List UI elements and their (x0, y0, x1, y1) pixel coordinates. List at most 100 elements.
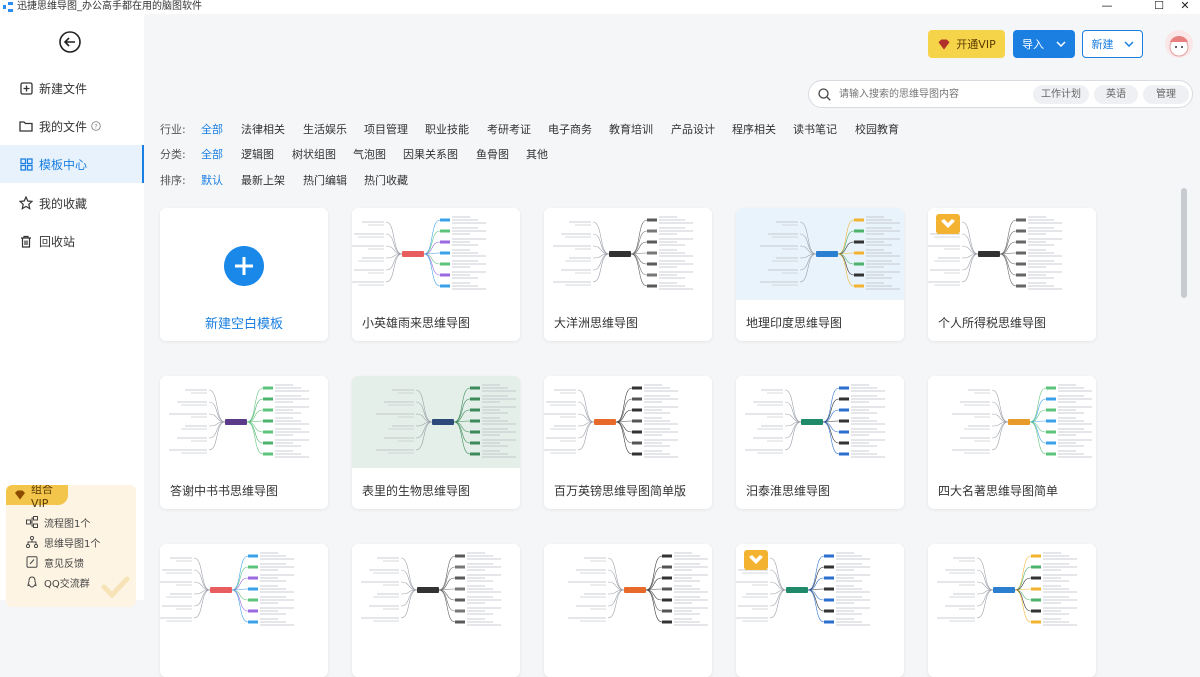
mindmap-thumbnail (568, 552, 708, 626)
mindmap-thumbnail (352, 216, 486, 290)
search-chip[interactable]: 英语 (1094, 85, 1138, 104)
filter-option[interactable]: 程序相关 (732, 121, 776, 137)
sidebar-item-label: 模板中心 (39, 157, 88, 172)
filter-option[interactable]: 产品设计 (671, 121, 715, 137)
search-bar: 工作计划 英语 管理 (808, 80, 1193, 108)
minimize-button[interactable]: — (1094, 0, 1120, 14)
star-icon (19, 196, 33, 210)
template-card[interactable] (160, 544, 328, 677)
sort-option[interactable]: 热门收藏 (364, 172, 408, 188)
filter-option[interactable]: 电子商务 (548, 121, 592, 137)
vip-item-qq-group[interactable]: QQ交流群 (26, 573, 90, 591)
vip-item-mindmap[interactable]: 思维导图1个 (26, 533, 100, 551)
open-vip-button[interactable]: 开通VIP (928, 30, 1005, 58)
plus-icon (224, 246, 264, 286)
import-button[interactable]: 导入 (1013, 30, 1075, 58)
template-title: 表里的生物思维导图 (362, 484, 471, 498)
mindmap-thumbnail (928, 214, 1062, 290)
filter-option[interactable]: 读书笔记 (793, 121, 837, 137)
filter-option[interactable]: 其他 (526, 146, 548, 162)
template-card[interactable] (928, 544, 1096, 677)
user-avatar-icon (1169, 36, 1189, 57)
filter-label: 分类: (160, 148, 186, 161)
app-logo-icon (3, 2, 13, 12)
mindmap-icon (26, 536, 38, 548)
avatar[interactable] (1165, 30, 1193, 58)
template-card[interactable]: 表里的生物思维导图 (352, 376, 520, 509)
vip-item-feedback[interactable]: 意见反馈 (26, 553, 84, 571)
filter-option[interactable]: 逻辑图 (241, 146, 274, 162)
help-icon[interactable]: ? (91, 121, 101, 131)
filter-option[interactable]: 校园教育 (855, 121, 899, 137)
mindmap-thumbnail (736, 208, 904, 300)
close-button[interactable]: ✕ (1172, 0, 1198, 14)
vip-panel: 组合VIP 流程图1个 思维导图1个 意见反馈 QQ交流群 (6, 485, 136, 607)
template-card[interactable]: 汨泰淮思维导图 (736, 376, 904, 509)
sort-option[interactable]: 默认 (201, 172, 223, 188)
template-card[interactable]: 四大名著思维导图简单 (928, 376, 1096, 509)
add-file-icon (19, 81, 33, 95)
filter-option[interactable]: 全部 (201, 146, 223, 162)
search-input[interactable] (839, 86, 1024, 102)
filter-option[interactable]: 教育培训 (609, 121, 653, 137)
filter-option[interactable]: 生活娱乐 (303, 121, 347, 137)
search-chip[interactable]: 管理 (1143, 85, 1189, 104)
template-grid-icon (19, 157, 33, 171)
sidebar-item-new-file[interactable]: 新建文件 (0, 69, 144, 107)
new-blank-template-card[interactable]: 新建空白模板 (160, 208, 328, 341)
sort-option[interactable]: 最新上架 (241, 172, 285, 188)
filter-option[interactable]: 职业技能 (425, 121, 469, 137)
filter-option[interactable]: 鱼骨图 (476, 146, 509, 162)
sidebar-item-my-files[interactable]: 我的文件 ? (0, 107, 144, 145)
sort-option[interactable]: 热门编辑 (303, 172, 347, 188)
open-vip-label: 开通VIP (956, 38, 996, 51)
template-card[interactable]: 小英雄雨来思维导图 (352, 208, 520, 341)
template-card[interactable]: 地理印度思维导图 (736, 208, 904, 341)
template-card[interactable] (352, 544, 520, 677)
vip-item-label: 思维导图1个 (44, 538, 101, 550)
sidebar-item-template-center[interactable]: 模板中心 (0, 145, 144, 183)
template-card[interactable]: 个人所得税思维导图 (928, 208, 1096, 341)
template-card[interactable]: 大洋洲思维导图 (544, 208, 712, 341)
import-label: 导入 (1022, 38, 1044, 51)
search-chip[interactable]: 工作计划 (1033, 85, 1089, 104)
new-button[interactable]: 新建 (1082, 30, 1143, 58)
chevron-down-icon (1123, 41, 1134, 47)
filter-option[interactable]: 法律相关 (241, 121, 285, 137)
vip-item-label: 流程图1个 (44, 518, 91, 530)
sidebar-item-favorites[interactable]: 我的收藏 (0, 184, 144, 222)
filter-label: 行业: (160, 123, 186, 136)
vip-crown-icon (936, 214, 960, 234)
trash-icon (19, 234, 33, 248)
template-title: 百万英镑思维导图简单版 (554, 484, 687, 498)
mindmap-thumbnail (352, 376, 520, 468)
sidebar-item-label: 新建文件 (39, 81, 88, 96)
new-blank-template-label: 新建空白模板 (204, 317, 283, 332)
search-icon[interactable] (818, 88, 831, 101)
template-card[interactable]: 答谢中书书思维导图 (160, 376, 328, 509)
scrollbar-thumb[interactable] (1181, 188, 1187, 298)
vip-badge[interactable]: 组合VIP (6, 485, 68, 510)
back-arrow-icon[interactable] (59, 31, 81, 53)
filter-option[interactable]: 气泡图 (353, 146, 386, 162)
maximize-button[interactable]: ☐ (1146, 0, 1172, 14)
filter-option[interactable]: 考研考证 (487, 121, 531, 137)
mindmap-thumbnail (544, 384, 678, 458)
filter-option[interactable]: 项目管理 (364, 121, 408, 137)
filter-option[interactable]: 因果关系图 (403, 146, 458, 162)
sidebar-item-label: 回收站 (39, 234, 76, 249)
vip-item-flowchart[interactable]: 流程图1个 (26, 513, 90, 531)
filter-option[interactable]: 树状组图 (292, 146, 336, 162)
template-card[interactable] (544, 544, 712, 677)
flowchart-icon (26, 516, 38, 528)
mindmap-thumbnail (361, 552, 501, 626)
vip-badge-label: 组合VIP (31, 485, 53, 510)
sidebar: 新建文件 我的文件 ? 模板中心 我的收藏 回收站 组合VIP 流程图1个 思维… (0, 14, 144, 607)
template-card[interactable]: 百万英镑思维导图简单版 (544, 376, 712, 509)
template-title: 小英雄雨来思维导图 (362, 316, 471, 330)
filter-label: 排序: (160, 174, 186, 187)
sidebar-item-trash[interactable]: 回收站 (0, 222, 144, 260)
template-card[interactable] (736, 544, 904, 677)
filter-option[interactable]: 全部 (201, 121, 223, 137)
mindmap-thumbnail (160, 552, 294, 626)
